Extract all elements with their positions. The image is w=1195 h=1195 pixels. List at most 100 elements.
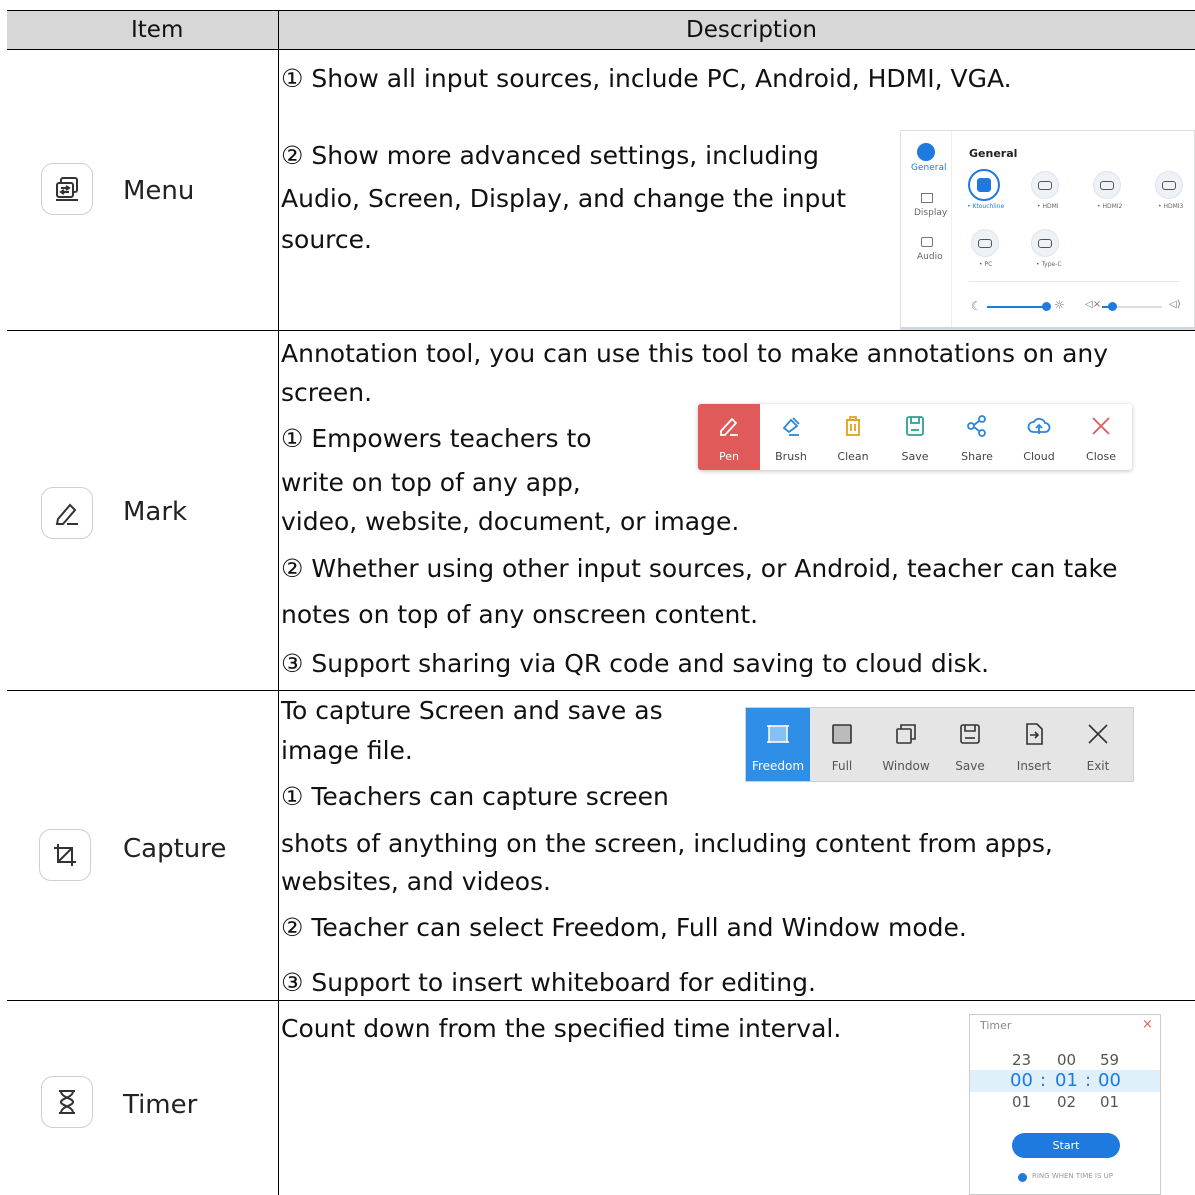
full-screen-icon bbox=[832, 724, 852, 744]
mark-desc-line: ① Empowers teachers to bbox=[281, 424, 592, 453]
brightness-slider bbox=[987, 306, 1045, 308]
column-divider bbox=[278, 10, 279, 1195]
ring-checkbox-icon[interactable] bbox=[1018, 1173, 1027, 1182]
ring-label: RING WHEN TIME IS UP bbox=[1032, 1172, 1113, 1180]
panel-bottom-bar bbox=[901, 327, 1194, 329]
brush-tool-icon bbox=[782, 417, 800, 436]
mark-desc-line: Annotation tool, you can use this tool t… bbox=[281, 339, 1109, 368]
port-label: • Type-C bbox=[1036, 261, 1062, 268]
window-icon bbox=[896, 724, 916, 744]
capture-toolbar: Freedom Full Window Save Insert Exit bbox=[745, 707, 1134, 782]
crop-icon bbox=[39, 829, 91, 881]
timer-close-icon[interactable]: × bbox=[1142, 1017, 1153, 1032]
source-hdmi bbox=[1031, 171, 1059, 199]
cloud-tool-button[interactable]: Cloud bbox=[1008, 404, 1070, 470]
exit-label: Exit bbox=[1086, 759, 1110, 773]
row-divider bbox=[7, 690, 1195, 691]
timer-sec-prev: 59 bbox=[1100, 1051, 1120, 1069]
annotation-toolbar: Pen Brush Clean Save Share Cloud Close bbox=[698, 404, 1132, 470]
timer-seconds[interactable]: 00 bbox=[1098, 1070, 1121, 1091]
menu-desc-line: source. bbox=[281, 225, 372, 254]
clean-tool-button[interactable]: Clean bbox=[822, 404, 884, 470]
trash-icon bbox=[846, 416, 860, 436]
capture-desc-line: ② Teacher can select Freedom, Full and W… bbox=[281, 913, 967, 942]
timer-min-prev: 00 bbox=[1057, 1051, 1077, 1069]
header-bottom-border bbox=[7, 49, 1195, 50]
timer-sep: : bbox=[1040, 1070, 1047, 1091]
general-icon bbox=[917, 143, 935, 161]
save-icon bbox=[906, 416, 924, 436]
menu-desc-line: ① Show all input sources, include PC, An… bbox=[281, 64, 1012, 93]
close-tool-button[interactable]: Close bbox=[1070, 404, 1132, 470]
capture-desc-line: ③ Support to insert whiteboard for editi… bbox=[281, 968, 816, 997]
header-description: Description bbox=[686, 17, 817, 43]
save-capture-button[interactable]: Save bbox=[938, 708, 1002, 781]
divider bbox=[969, 281, 1179, 282]
sun-icon: ☼ bbox=[1054, 298, 1065, 312]
share-tool-label: Share bbox=[961, 450, 993, 463]
brush-tool-button[interactable]: Brush bbox=[760, 404, 822, 470]
exit-icon bbox=[1088, 724, 1108, 744]
mark-desc-line: screen. bbox=[281, 378, 373, 407]
capture-desc-line: websites, and videos. bbox=[281, 867, 552, 896]
share-tool-button[interactable]: Share bbox=[946, 404, 1008, 470]
audio-icon bbox=[921, 237, 933, 247]
mute-icon: ◁× bbox=[1085, 299, 1102, 310]
timer-sec-next: 01 bbox=[1100, 1093, 1120, 1111]
sidebar-general: General bbox=[911, 163, 947, 173]
exit-button[interactable]: Exit bbox=[1066, 708, 1130, 781]
cloud-upload-icon bbox=[1027, 417, 1051, 434]
capture-desc-line: shots of anything on the screen, includi… bbox=[281, 829, 1053, 858]
share-icon bbox=[967, 415, 986, 437]
timer-hour-prev: 23 bbox=[1012, 1051, 1032, 1069]
volume-icon: ◁) bbox=[1169, 299, 1181, 310]
freedom-label: Freedom bbox=[751, 759, 805, 773]
insert-icon bbox=[1026, 723, 1043, 745]
timer-start-button[interactable]: Start bbox=[1012, 1133, 1120, 1158]
source-ktouchline bbox=[968, 169, 1000, 201]
freedom-mode-button[interactable]: Freedom bbox=[746, 708, 810, 781]
timer-title: Timer bbox=[980, 1019, 1012, 1032]
timer-min-next: 02 bbox=[1057, 1093, 1077, 1111]
menu-desc-line: ② Show more advanced settings, including bbox=[281, 141, 820, 170]
cloud-tool-label: Cloud bbox=[1023, 450, 1055, 463]
source-type-c bbox=[1031, 229, 1059, 257]
capture-desc-line: To capture Screen and save as bbox=[281, 696, 663, 725]
display-icon bbox=[921, 193, 933, 203]
pen-tool-label: Pen bbox=[719, 450, 739, 463]
table-header bbox=[7, 11, 1195, 49]
clean-tool-label: Clean bbox=[837, 450, 869, 463]
brightness-thumb bbox=[1042, 302, 1051, 311]
source-hdmi3 bbox=[1155, 171, 1183, 199]
save-tool-button[interactable]: Save bbox=[884, 404, 946, 470]
item-label-timer: Timer bbox=[123, 1090, 198, 1120]
capture-desc-line: ① Teachers can capture screen bbox=[281, 782, 669, 811]
port-label: • HDMI3 bbox=[1158, 203, 1184, 210]
save-icon bbox=[960, 724, 980, 744]
timer-desc-line: Count down from the specified time inter… bbox=[281, 1014, 842, 1043]
insert-label: Insert bbox=[1016, 759, 1052, 773]
header-item: Item bbox=[131, 17, 184, 43]
mark-desc-line: write on top of any app, bbox=[281, 468, 581, 497]
pen-icon bbox=[41, 487, 93, 539]
timer-hours[interactable]: 00 bbox=[1010, 1070, 1033, 1091]
hourglass-icon bbox=[41, 1076, 93, 1128]
port-label: • Ktouchline bbox=[967, 203, 1005, 210]
save-capture-label: Save bbox=[955, 759, 985, 773]
freedom-icon bbox=[767, 725, 789, 743]
item-label-menu: Menu bbox=[123, 176, 195, 206]
capture-desc-line: image file. bbox=[281, 736, 413, 765]
insert-button[interactable]: Insert bbox=[1002, 708, 1066, 781]
mark-desc-line: video, website, document, or image. bbox=[281, 507, 740, 536]
save-tool-label: Save bbox=[901, 450, 929, 463]
mark-desc-line: ③ Support sharing via QR code and saving… bbox=[281, 649, 990, 678]
mark-desc-line: notes on top of any onscreen content. bbox=[281, 600, 759, 629]
window-mode-button[interactable]: Window bbox=[874, 708, 938, 781]
port-label: • HDMI2 bbox=[1097, 203, 1123, 210]
full-mode-button[interactable]: Full bbox=[810, 708, 874, 781]
port-label: • HDMI bbox=[1037, 203, 1059, 210]
pen-tool-button[interactable]: Pen bbox=[698, 404, 760, 470]
item-label-mark: Mark bbox=[123, 497, 188, 527]
moon-icon: ☾ bbox=[971, 299, 982, 313]
timer-minutes[interactable]: 01 bbox=[1055, 1070, 1078, 1091]
